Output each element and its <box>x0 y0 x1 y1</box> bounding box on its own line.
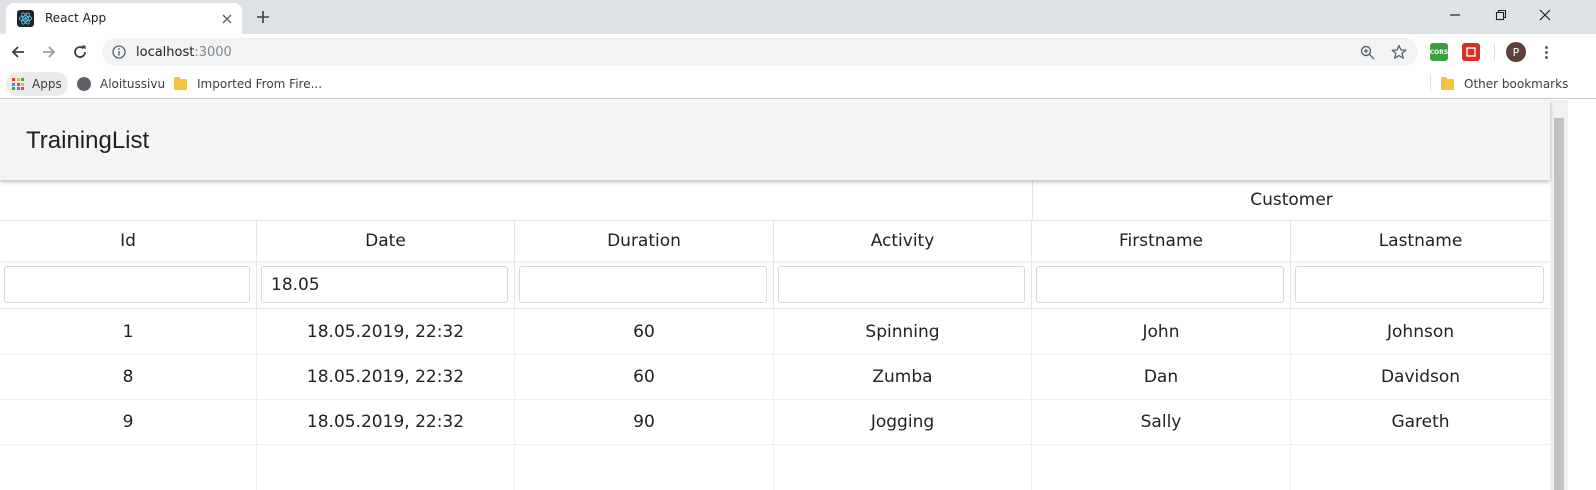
cell-activity: Zumba <box>774 355 1032 399</box>
table-row[interactable]: 9 18.05.2019, 22:32 90 Jogging Sally Gar… <box>0 400 1550 445</box>
filter-cell <box>0 261 257 309</box>
empty-cell <box>1291 445 1550 490</box>
cell-duration: 60 <box>515 355 774 399</box>
cell-firstname: John <box>1032 310 1291 354</box>
filter-input-activity[interactable] <box>778 266 1025 303</box>
filter-input-lastname[interactable] <box>1295 266 1544 303</box>
filter-cell <box>1032 261 1291 309</box>
empty-cell <box>1032 445 1291 490</box>
bookmark-aloitussivu[interactable]: Aloitussivu <box>77 72 165 96</box>
bookmark-other[interactable]: Other bookmarks <box>1441 72 1568 96</box>
vertical-scrollbar[interactable] <box>1550 100 1568 490</box>
react-logo-icon <box>17 10 34 27</box>
folder-icon <box>174 76 187 90</box>
cell-activity: Spinning <box>774 310 1032 354</box>
url-port: :3000 <box>194 45 232 60</box>
empty-row <box>0 445 1550 490</box>
cell-lastname: Johnson <box>1387 322 1454 342</box>
filter-row <box>0 261 1550 309</box>
zoom-icon[interactable] <box>1358 43 1376 61</box>
app-title: TrainingList <box>26 127 150 154</box>
new-tab-icon[interactable] <box>252 6 274 28</box>
cell-lastname: Gareth <box>1391 412 1450 432</box>
group-header-row: Customer <box>0 180 1550 221</box>
minimize-icon[interactable] <box>1432 0 1478 30</box>
group-header-customer: Customer <box>1032 180 1550 220</box>
cell-firstname: Dan <box>1032 355 1291 399</box>
column-header-duration[interactable]: Duration <box>515 221 774 261</box>
red-extension-icon[interactable] <box>1462 43 1480 61</box>
bookmark-apps[interactable]: Apps <box>6 72 68 96</box>
bookmark-imported-label: Imported From Fire... <box>197 77 323 91</box>
info-icon[interactable] <box>112 45 126 59</box>
empty-cell <box>515 445 774 490</box>
cell-lastname: Davidson <box>1380 367 1461 387</box>
close-window-icon[interactable] <box>1522 0 1568 30</box>
profile-avatar[interactable]: P <box>1506 42 1526 62</box>
filter-cell <box>774 261 1032 309</box>
cors-extension-icon[interactable]: CORS <box>1430 43 1448 61</box>
bookmark-apps-label: Apps <box>32 77 62 91</box>
folder-icon <box>1441 76 1454 90</box>
browser-toolbar: localhost:3000 CORS P <box>0 34 1596 68</box>
app-bar: TrainingList <box>0 100 1550 180</box>
forward-icon[interactable] <box>36 39 62 65</box>
bookmark-star-icon[interactable] <box>1390 43 1408 61</box>
toolbar-divider <box>1494 44 1495 60</box>
restore-icon[interactable] <box>1478 0 1524 30</box>
back-icon[interactable] <box>5 39 31 65</box>
cell-date: 18.05.2019, 22:32 <box>257 355 515 399</box>
filter-cell <box>515 261 774 309</box>
column-header-id[interactable]: Id <box>0 221 257 261</box>
reload-icon[interactable] <box>67 39 93 65</box>
column-header-date[interactable]: Date <box>257 221 515 261</box>
close-tab-icon[interactable] <box>217 9 237 29</box>
bookmarks-bar: Apps Aloitussivu Imported From Fire... O… <box>0 68 1596 99</box>
bookmark-aloitussivu-label: Aloitussivu <box>100 77 166 91</box>
filter-input-firstname[interactable] <box>1036 266 1284 303</box>
url-host: localhost <box>136 45 195 60</box>
bookmark-other-label: Other bookmarks <box>1464 77 1569 91</box>
cell-duration: 60 <box>515 310 774 354</box>
scrollbar-thumb[interactable] <box>1554 118 1564 490</box>
empty-cell <box>257 445 515 490</box>
cell-id: 8 <box>0 355 257 399</box>
address-bar[interactable]: localhost:3000 <box>102 38 1418 66</box>
column-header-lastname[interactable]: Lastname <box>1291 221 1550 261</box>
menu-kebab-icon[interactable] <box>1538 42 1554 62</box>
empty-cell <box>774 445 1032 490</box>
tab-title: React App <box>45 11 107 25</box>
filter-input-duration[interactable] <box>519 266 767 303</box>
cell-id: 1 <box>0 310 257 354</box>
group-header-blank <box>0 180 1032 220</box>
bookmarks-divider <box>1430 75 1431 91</box>
filter-input-id[interactable] <box>4 266 250 303</box>
column-header-activity[interactable]: Activity <box>774 221 1032 261</box>
page-viewport: TrainingList Customer Id Date Duration A… <box>0 100 1596 490</box>
filter-input-date[interactable] <box>261 266 508 303</box>
table-row[interactable]: 1 18.05.2019, 22:32 60 Spinning John Joh… <box>0 310 1550 355</box>
empty-cell <box>0 445 257 490</box>
column-header-firstname[interactable]: Firstname <box>1032 221 1291 261</box>
globe-icon <box>77 77 91 91</box>
cell-duration: 90 <box>515 400 774 444</box>
browser-tab[interactable]: React App <box>6 3 242 34</box>
cell-date: 18.05.2019, 22:32 <box>257 400 515 444</box>
url-text: localhost:3000 <box>136 45 232 60</box>
cell-firstname: Sally <box>1032 400 1291 444</box>
cell-date: 18.05.2019, 22:32 <box>257 310 515 354</box>
table-row[interactable]: 8 18.05.2019, 22:32 60 Zumba Dan Davidso… <box>0 355 1550 400</box>
cell-activity: Jogging <box>774 400 1032 444</box>
bookmark-imported[interactable]: Imported From Fire... <box>174 72 322 96</box>
apps-grid-icon <box>12 78 24 90</box>
column-header-row: Id Date Duration Activity Firstname Last… <box>0 221 1550 261</box>
cell-id: 9 <box>0 400 257 444</box>
filter-cell <box>1291 261 1550 309</box>
tab-strip: React App <box>0 0 1596 34</box>
filter-cell <box>257 261 515 309</box>
